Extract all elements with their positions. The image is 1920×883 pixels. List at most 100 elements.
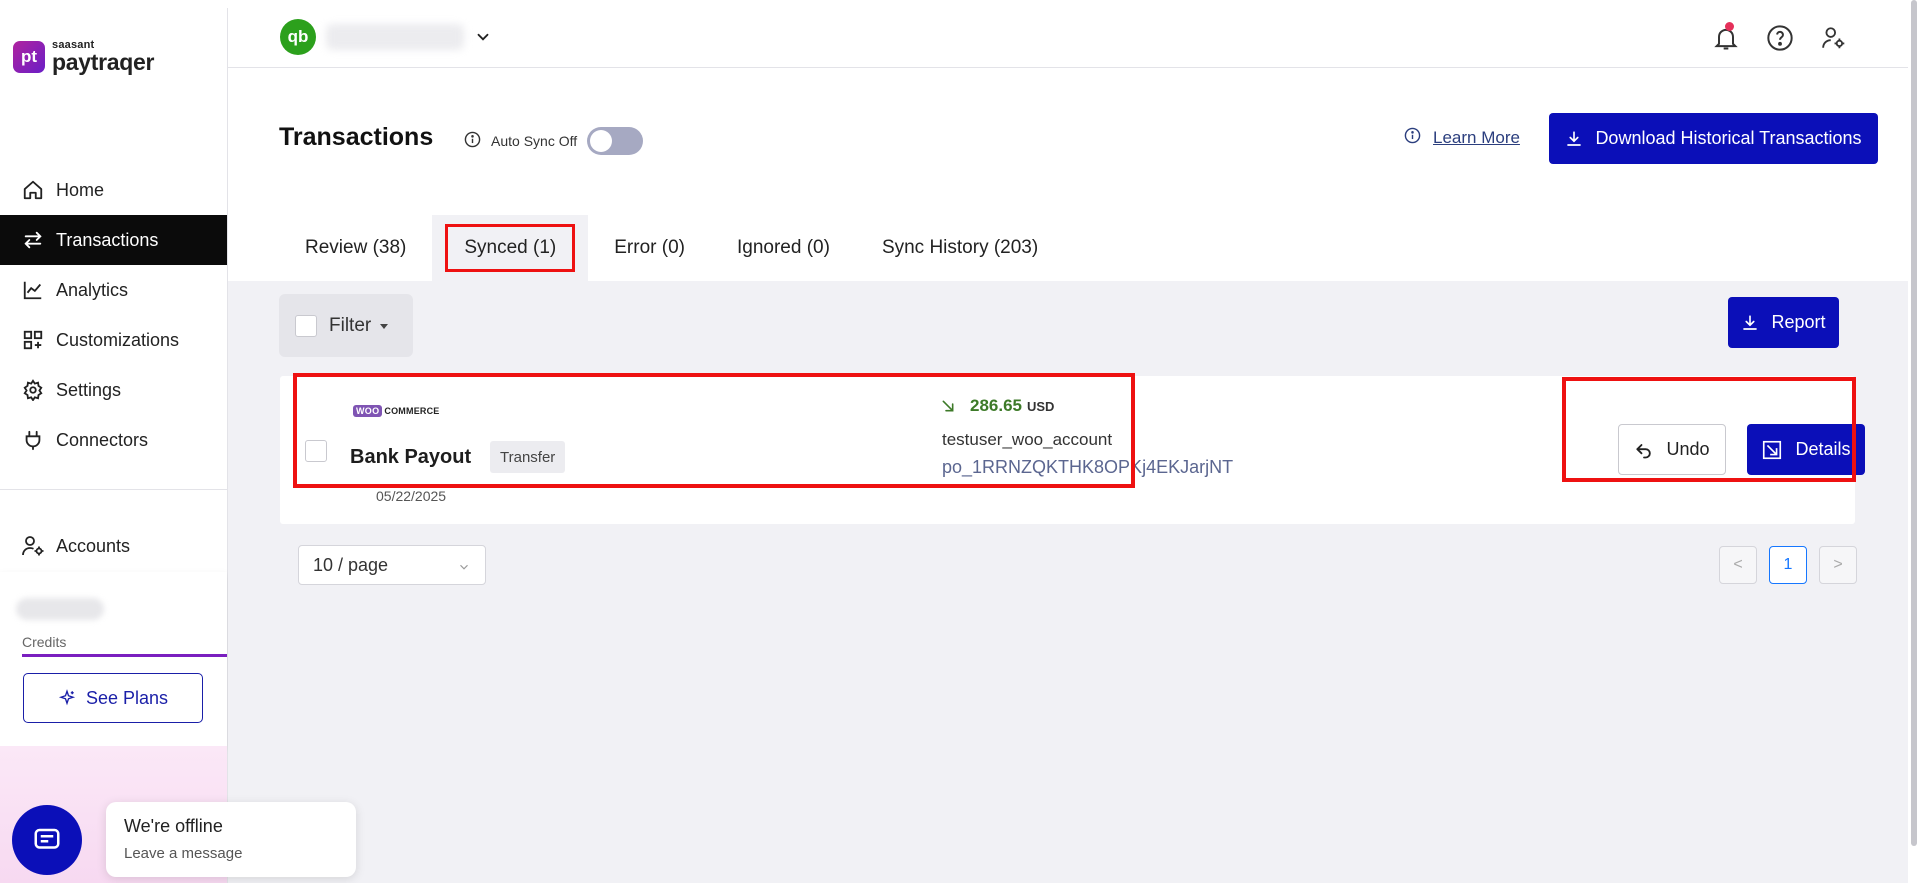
notification-bell-icon[interactable] bbox=[1704, 16, 1748, 60]
page-size-label: 10 / page bbox=[313, 554, 389, 575]
woo-logo-part2: COMMERCE bbox=[384, 406, 440, 416]
brand-mark: pt bbox=[13, 41, 45, 73]
nav-label-connectors: Connectors bbox=[56, 429, 149, 450]
credits-card: Credits See Plans bbox=[0, 572, 227, 746]
woocommerce-logo: WOO COMMERCE bbox=[353, 405, 440, 417]
tab-error-label: Error (0) bbox=[614, 237, 685, 258]
chevron-down-icon[interactable] bbox=[474, 28, 492, 51]
user-name-redacted bbox=[16, 598, 104, 620]
chevron-down-icon bbox=[460, 564, 468, 570]
nav-label-home: Home bbox=[56, 179, 105, 200]
main-nav: Home Transactions Analytics Customizatio… bbox=[0, 165, 227, 465]
chat-button[interactable] bbox=[12, 805, 82, 875]
details-button[interactable]: Details bbox=[1747, 424, 1865, 475]
transaction-row: WOO COMMERCE Bank Payout Transfer 05/22/… bbox=[280, 376, 1865, 524]
filter-label: Filter bbox=[329, 314, 372, 336]
nav-item-settings[interactable]: Settings bbox=[0, 365, 227, 415]
status-tabs: Review (38) Synced (1) Error (0) Ignored… bbox=[228, 215, 1908, 281]
brand-logo[interactable]: pt saasant paytraqer bbox=[13, 40, 154, 74]
select-all-checkbox[interactable] bbox=[295, 314, 317, 337]
row-checkbox[interactable] bbox=[305, 440, 327, 462]
transaction-type-badge: Transfer bbox=[490, 441, 566, 473]
next-page-button[interactable]: > bbox=[1819, 546, 1857, 584]
tab-synced[interactable]: Synced (1) bbox=[432, 215, 589, 281]
download-icon bbox=[1567, 130, 1582, 146]
nav-item-accounts[interactable]: Accounts bbox=[0, 521, 227, 571]
amount-currency: USD bbox=[1027, 398, 1055, 414]
auto-sync: Auto Sync Off bbox=[464, 127, 644, 155]
woo-logo-part1: WOO bbox=[353, 405, 383, 417]
nav-label-settings: Settings bbox=[56, 379, 122, 400]
transfer-icon bbox=[20, 227, 46, 253]
user-settings-icon[interactable] bbox=[1812, 16, 1856, 60]
transaction-name: Bank Payout bbox=[350, 446, 472, 468]
notification-dot bbox=[1725, 22, 1734, 31]
nav-item-home[interactable]: Home bbox=[0, 165, 227, 215]
nav-label-accounts: Accounts bbox=[56, 535, 131, 556]
download-historical-label: Download Historical Transactions bbox=[1595, 128, 1862, 148]
grid-plus-icon bbox=[20, 327, 46, 353]
amount-value: 286.65 bbox=[970, 396, 1022, 415]
tab-sync-history[interactable]: Sync History (203) bbox=[856, 215, 1064, 281]
scrollbar-thumb[interactable] bbox=[1911, 0, 1917, 846]
page-1-button[interactable]: 1 bbox=[1769, 546, 1807, 584]
top-bar: qb bbox=[228, 8, 1908, 68]
undo-icon bbox=[1636, 443, 1652, 458]
caret-down-icon bbox=[380, 323, 389, 329]
learn-more-label: Learn More bbox=[1433, 128, 1520, 147]
nav-item-connectors[interactable]: Connectors bbox=[0, 415, 227, 465]
report-button[interactable]: Report bbox=[1728, 297, 1839, 348]
details-label: Details bbox=[1795, 439, 1851, 459]
auto-sync-toggle[interactable] bbox=[587, 127, 644, 155]
report-label: Report bbox=[1771, 312, 1826, 332]
nav-item-analytics[interactable]: Analytics bbox=[0, 265, 227, 315]
transactions-panel: Filter Report WOO COMMERCE Bank Payout T… bbox=[228, 281, 1908, 883]
nav-label-customizations: Customizations bbox=[56, 329, 180, 350]
page-scrollbar[interactable] bbox=[1908, 0, 1920, 883]
page-title: Transactions bbox=[279, 123, 434, 151]
plug-icon bbox=[20, 427, 46, 453]
tab-synced-label: Synced (1) bbox=[445, 224, 576, 272]
credits-bar bbox=[22, 654, 227, 657]
undo-label: Undo bbox=[1666, 439, 1710, 459]
sidebar: pt saasant paytraqer Home Transactions A… bbox=[0, 8, 228, 883]
undo-button[interactable]: Undo bbox=[1618, 424, 1726, 475]
chat-status-bubble[interactable]: We're offline Leave a message bbox=[106, 802, 356, 877]
nav-label-transactions: Transactions bbox=[56, 229, 159, 250]
tab-ignored[interactable]: Ignored (0) bbox=[711, 215, 856, 281]
info-icon bbox=[1404, 127, 1421, 149]
tab-review[interactable]: Review (38) bbox=[279, 215, 432, 281]
tab-ignored-label: Ignored (0) bbox=[736, 237, 830, 258]
tab-review-label: Review (38) bbox=[305, 237, 407, 258]
company-name-redacted[interactable] bbox=[326, 24, 464, 50]
transaction-account: testuser_woo_account bbox=[942, 430, 1113, 449]
help-icon[interactable] bbox=[1758, 16, 1802, 60]
download-historical-button[interactable]: Download Historical Transactions bbox=[1549, 113, 1878, 164]
tab-error[interactable]: Error (0) bbox=[588, 215, 711, 281]
see-plans-button[interactable]: See Plans bbox=[23, 673, 203, 723]
prev-page-button[interactable]: < bbox=[1719, 546, 1757, 584]
nav-label-analytics: Analytics bbox=[56, 279, 129, 300]
download-icon bbox=[1743, 314, 1758, 330]
chat-icon bbox=[34, 828, 60, 849]
nav-item-transactions[interactable]: Transactions bbox=[0, 215, 227, 265]
tab-sync-history-label: Sync History (203) bbox=[881, 237, 1039, 258]
transaction-date: 05/22/2025 bbox=[376, 488, 447, 504]
info-icon[interactable] bbox=[464, 131, 481, 151]
auto-sync-label: Auto Sync Off bbox=[491, 133, 578, 149]
chart-line-icon bbox=[20, 277, 46, 303]
arrow-down-right-icon bbox=[942, 400, 954, 412]
gear-icon bbox=[20, 377, 46, 403]
home-icon bbox=[20, 177, 46, 203]
chat-status: We're offline bbox=[124, 816, 223, 836]
sparkle-icon bbox=[58, 689, 76, 706]
pagination: < 1 > bbox=[1719, 546, 1857, 584]
learn-more-link[interactable]: Learn More bbox=[1404, 127, 1520, 149]
details-icon bbox=[1763, 440, 1782, 459]
chat-substatus: Leave a message bbox=[124, 845, 243, 862]
sidebar-divider bbox=[0, 489, 227, 490]
page-size-select[interactable]: 10 / page bbox=[298, 545, 486, 585]
nav-item-customizations[interactable]: Customizations bbox=[0, 315, 227, 365]
transaction-amount: 286.65 USD bbox=[940, 396, 1054, 416]
filter-button[interactable]: Filter bbox=[279, 294, 413, 357]
